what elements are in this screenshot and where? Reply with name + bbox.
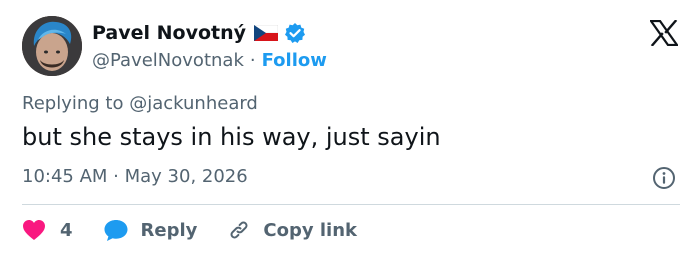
- czech-flag-icon: [253, 24, 279, 41]
- copy-link-button[interactable]: Copy link: [227, 218, 357, 242]
- avatar[interactable]: [22, 16, 82, 76]
- like-button[interactable]: 4: [22, 219, 73, 241]
- link-icon: [227, 218, 251, 242]
- reply-mention-link[interactable]: @jackunheard: [129, 93, 258, 114]
- replying-to: Replying to @jackunheard: [22, 93, 258, 114]
- separator-dot: ·: [249, 49, 256, 71]
- follow-button[interactable]: Follow: [262, 50, 327, 71]
- author-name[interactable]: Pavel Novotný: [92, 22, 246, 44]
- tweet-text: but she stays in his way, just sayin: [22, 123, 441, 151]
- author-handle[interactable]: @PavelNovotnak: [92, 50, 244, 71]
- heart-icon: [22, 219, 46, 241]
- reply-button[interactable]: Reply: [103, 218, 198, 242]
- like-count: 4: [60, 219, 73, 241]
- reply-label: Reply: [140, 219, 198, 241]
- author-name-row: Pavel Novotný: [92, 18, 306, 48]
- verified-badge-icon: [284, 22, 306, 44]
- author-handle-row: @PavelNovotnak · Follow: [92, 47, 327, 73]
- x-logo-icon[interactable]: [648, 19, 680, 47]
- replying-to-label: Replying to: [22, 93, 124, 114]
- info-icon[interactable]: [652, 166, 676, 190]
- copy-link-label: Copy link: [263, 219, 357, 241]
- divider: [22, 204, 680, 205]
- reply-bubble-icon: [103, 218, 129, 242]
- tweet-timestamp[interactable]: 10:45 AM · May 30, 2026: [22, 166, 248, 187]
- tweet-actions: 4 Reply Copy link: [22, 216, 357, 244]
